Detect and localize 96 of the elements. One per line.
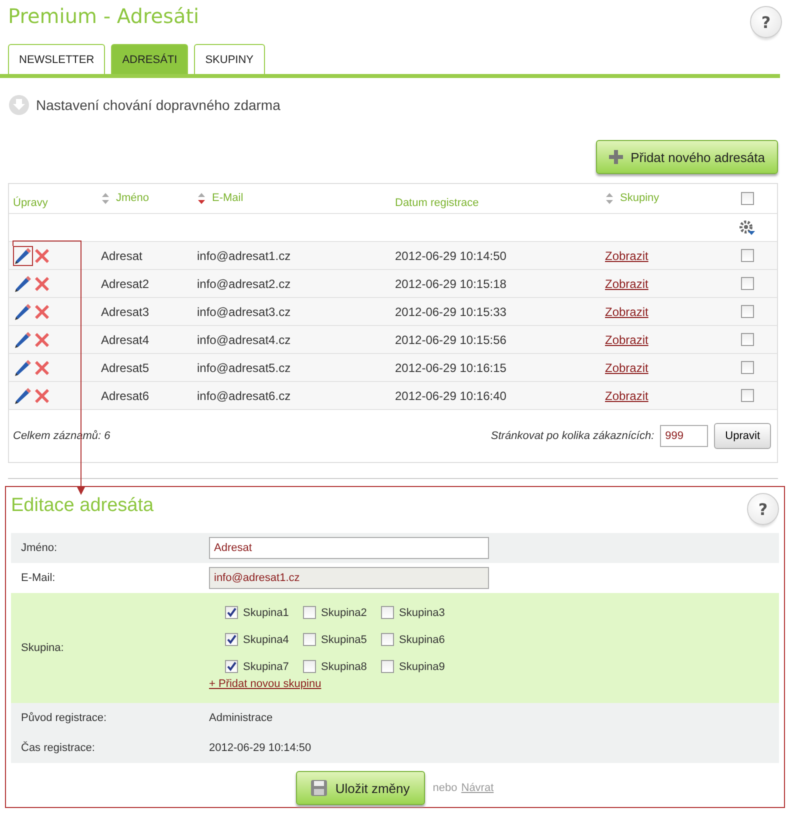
checkbox[interactable] <box>740 389 754 402</box>
pencil-icon <box>15 304 31 320</box>
settings-link[interactable]: Nastavení chování dopravného zdarma <box>36 97 280 113</box>
checkbox-label: Skupina6 <box>399 634 445 646</box>
table-cell: 2012-06-29 10:14:50 <box>395 248 506 262</box>
sort-icon <box>605 192 614 205</box>
field-label: E-Mail: <box>20 572 56 584</box>
edit-button[interactable] <box>13 302 33 322</box>
update-button[interactable]: Upravit <box>714 423 771 449</box>
field-label: Původ registrace: <box>20 712 108 724</box>
table-cell: Adresat2 <box>101 276 150 290</box>
gear-icon <box>739 220 755 236</box>
checkbox[interactable] <box>740 333 754 346</box>
checkbox[interactable] <box>225 633 238 646</box>
checkbox-label: Skupina2 <box>321 606 367 618</box>
table-cell: 2012-06-29 10:16:40 <box>395 388 506 402</box>
edit-button[interactable] <box>13 358 33 378</box>
page-size-field[interactable]: 999 <box>660 425 708 447</box>
table-cell: info@adresat3.cz <box>197 304 291 318</box>
checkbox-label: Skupina8 <box>321 660 367 672</box>
save-button[interactable]: Uložit změny <box>296 771 425 805</box>
show-groups-link[interactable]: Zobrazit <box>605 388 648 402</box>
sort-icon <box>101 192 110 205</box>
checkbox-label: Skupina4 <box>243 634 289 646</box>
paging-label: Stránkovat po kolika zákaznících: <box>490 430 654 442</box>
tab[interactable]: ADRESÁTI <box>111 44 188 74</box>
table-cell: Adresat5 <box>101 360 150 374</box>
edit-button[interactable] <box>13 246 33 266</box>
page-title: Premium - Adresáti <box>8 4 200 28</box>
checkbox[interactable] <box>740 249 754 262</box>
pencil-icon <box>15 388 31 404</box>
checkbox[interactable] <box>303 660 316 673</box>
checkbox[interactable] <box>740 277 754 290</box>
email-field[interactable]: info@adresat1.cz <box>209 567 489 589</box>
table-cell: 2012-06-29 10:16:15 <box>395 360 506 374</box>
field-label: Skupina: <box>20 642 65 654</box>
table-cell: 2012-06-29 10:15:33 <box>395 304 506 318</box>
checkbox[interactable] <box>740 192 754 205</box>
panel-title: Editace adresáta <box>11 495 154 517</box>
field-value: 2012-06-29 10:14:50 <box>209 742 312 754</box>
checkbox[interactable] <box>303 633 316 646</box>
checkbox[interactable] <box>303 606 316 619</box>
edit-button[interactable] <box>13 330 33 350</box>
table-cell: info@adresat5.cz <box>197 360 291 374</box>
checkbox[interactable] <box>381 660 394 673</box>
pencil-icon <box>15 360 31 376</box>
delete-icon[interactable] <box>35 248 49 262</box>
table-cell: info@adresat6.cz <box>197 388 291 402</box>
show-groups-link[interactable]: Zobrazit <box>605 276 648 290</box>
or-text: nebo <box>432 782 458 794</box>
delete-icon[interactable] <box>35 360 49 374</box>
pencil-icon <box>15 248 31 264</box>
table-cell: 2012-06-29 10:15:18 <box>395 276 506 290</box>
table-cell: info@adresat2.cz <box>197 276 291 290</box>
show-groups-link[interactable]: Zobrazit <box>605 332 648 346</box>
help-button[interactable]: ? <box>747 493 779 525</box>
table-cell: info@adresat4.cz <box>197 332 291 346</box>
table-cell: info@adresat1.cz <box>197 248 291 262</box>
name-field[interactable]: Adresat <box>209 537 489 559</box>
table-cell: 2012-06-29 10:15:56 <box>395 332 506 346</box>
help-button[interactable]: ? <box>750 6 782 38</box>
table-cell: Adresat6 <box>101 388 150 402</box>
field-label: Jméno: <box>20 542 58 554</box>
checkbox[interactable] <box>740 361 754 374</box>
delete-icon[interactable] <box>35 304 49 318</box>
checkbox[interactable] <box>381 633 394 646</box>
show-groups-link[interactable]: Zobrazit <box>605 248 648 262</box>
edit-button[interactable] <box>13 274 33 294</box>
checkbox[interactable] <box>225 660 238 673</box>
delete-icon[interactable] <box>35 388 49 402</box>
checkbox-label: Skupina1 <box>243 606 289 618</box>
table-cell: Adresat3 <box>101 304 150 318</box>
edit-button[interactable] <box>13 386 33 406</box>
checkbox[interactable] <box>740 305 754 318</box>
show-groups-link[interactable]: Zobrazit <box>605 304 648 318</box>
pencil-icon <box>15 276 31 292</box>
add-group-link[interactable]: + Přidat novou skupinu <box>209 678 322 690</box>
checkbox-label: Skupina3 <box>399 606 445 618</box>
checkbox-label: Skupina5 <box>321 634 367 646</box>
checkbox[interactable] <box>381 606 394 619</box>
table-cell: Adresat <box>101 248 142 262</box>
checkbox-label: Skupina7 <box>243 660 289 672</box>
checkbox[interactable] <box>225 606 238 619</box>
delete-icon[interactable] <box>35 276 49 290</box>
sort-icon <box>197 192 206 205</box>
add-recipient-button[interactable]: Přidat nového adresáta <box>596 140 778 174</box>
pencil-icon <box>15 332 31 348</box>
show-groups-link[interactable]: Zobrazit <box>605 360 648 374</box>
field-value: Administrace <box>209 712 273 724</box>
field-label: Čas registrace: <box>20 742 96 754</box>
tab[interactable]: SKUPINY <box>194 44 264 74</box>
delete-icon[interactable] <box>35 332 49 346</box>
checkbox-label: Skupina9 <box>399 660 445 672</box>
table-cell: Adresat4 <box>101 332 150 346</box>
tab[interactable]: NEWSLETTER <box>8 44 106 74</box>
plus-icon <box>608 150 623 164</box>
